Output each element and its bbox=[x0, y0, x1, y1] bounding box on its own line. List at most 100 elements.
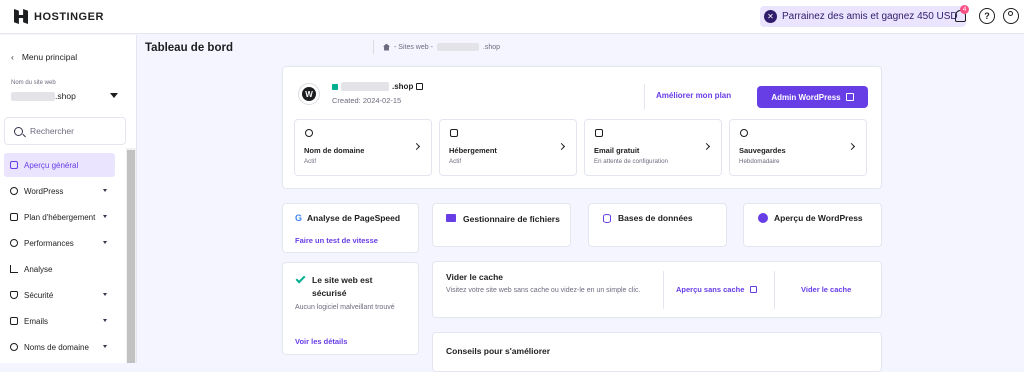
chevron-down-icon bbox=[103, 293, 107, 296]
security-details-link[interactable]: Voir les détails bbox=[295, 337, 347, 346]
chevron-down-icon bbox=[103, 215, 107, 218]
file-manager-title: Gestionnaire de fichiers bbox=[463, 214, 560, 224]
upgrade-plan-link[interactable]: Améliorer mon plan bbox=[656, 91, 731, 100]
lock-icon bbox=[332, 83, 338, 90]
tile-status: Actif bbox=[304, 158, 317, 165]
databases-card[interactable] bbox=[588, 203, 727, 247]
caret-down-icon bbox=[110, 93, 118, 98]
server-icon bbox=[10, 213, 18, 221]
redacted-domain bbox=[436, 43, 479, 51]
clear-cache-button[interactable]: Vider le cache bbox=[801, 285, 851, 294]
sidebar-search-input[interactable]: Rechercher bbox=[4, 117, 126, 145]
folder-icon bbox=[446, 214, 456, 222]
sidebar-item-label: Analyse bbox=[24, 264, 53, 274]
sidebar-item-label: WordPress bbox=[24, 186, 64, 196]
server-icon bbox=[450, 129, 458, 137]
chevron-left-icon: ‹ bbox=[11, 52, 14, 62]
sidebar-item-label: Plan d'hébergement bbox=[24, 212, 96, 222]
home-icon[interactable] bbox=[383, 43, 390, 51]
divider bbox=[644, 84, 645, 110]
hostinger-logo[interactable]: HOSTINGER bbox=[14, 9, 104, 24]
chevron-right-icon bbox=[702, 142, 711, 151]
site-created-date: Created: 2024-02-15 bbox=[332, 96, 402, 105]
security-title: Le site web est sécurisé bbox=[312, 275, 373, 298]
wordpress-logo: W bbox=[298, 83, 320, 105]
site-selector-value: .shop bbox=[11, 91, 76, 101]
wordpress-admin-button[interactable]: Admin WordPress bbox=[757, 86, 868, 108]
redacted-domain bbox=[341, 82, 389, 91]
breadcrumb-divider bbox=[373, 40, 374, 54]
sidebar-item-security[interactable]: Sécurité bbox=[4, 283, 115, 307]
databases-title: Bases de données bbox=[618, 213, 693, 223]
tile-status: Hebdomadaire bbox=[739, 158, 780, 165]
back-to-main-menu[interactable]: ‹ Menu principal bbox=[11, 52, 77, 62]
site-domain[interactable]: .shop bbox=[332, 82, 424, 91]
site-suffix: .shop bbox=[55, 91, 76, 101]
sidebar-item-hosting-plan[interactable]: Plan d'hébergement bbox=[4, 205, 115, 229]
logo-text: HOSTINGER bbox=[34, 10, 104, 23]
wordpress-overview-card[interactable] bbox=[743, 203, 882, 247]
external-link-icon bbox=[416, 83, 424, 90]
question-icon: ? bbox=[984, 11, 990, 21]
cache-title: Vider le cache bbox=[446, 272, 504, 282]
wordpress-icon bbox=[758, 213, 768, 223]
speed-test-link[interactable]: Faire un test de vitesse bbox=[295, 236, 378, 245]
search-placeholder: Rechercher bbox=[30, 126, 74, 136]
pagespeed-card bbox=[282, 203, 419, 253]
top-bar: HOSTINGER ✕ Parrainez des amis et gagnez… bbox=[0, 0, 1024, 34]
page-title: Tableau de bord bbox=[145, 42, 233, 54]
notification-badge: 4 bbox=[960, 5, 969, 14]
sidebar-item-emails[interactable]: Emails bbox=[4, 309, 115, 333]
shield-icon bbox=[10, 291, 18, 299]
mail-icon bbox=[595, 129, 603, 137]
breadcrumb-sites[interactable]: - Sites web - bbox=[394, 44, 433, 51]
security-header: Le site web est sécurisé bbox=[295, 273, 406, 300]
sidebar-item-label: Aperçu général bbox=[24, 160, 79, 170]
breadcrumb-domain: .shop bbox=[482, 43, 501, 51]
sidebar-item-label: Emails bbox=[24, 316, 49, 326]
site-domain-suffix: .shop bbox=[392, 82, 414, 91]
external-link-icon bbox=[845, 93, 854, 101]
sidebar-item-overview[interactable]: Aperçu général bbox=[4, 153, 115, 177]
tile-status: En attente de configuration bbox=[594, 158, 668, 165]
tile-title: Sauvegardes bbox=[739, 146, 786, 155]
tile-backups[interactable]: Sauvegardes Hebdomadaire bbox=[729, 119, 867, 176]
preview-no-cache-label: Aperçu sans cache bbox=[676, 285, 745, 294]
sidebar-item-analytics[interactable]: Analyse bbox=[4, 257, 115, 281]
databases-content: Bases de données bbox=[603, 213, 693, 223]
chevron-down-icon bbox=[103, 319, 107, 322]
tile-title: Email gratuit bbox=[594, 146, 640, 155]
tile-email[interactable]: Email gratuit En attente de configuratio… bbox=[584, 119, 722, 176]
notifications-button[interactable]: 4 bbox=[952, 5, 969, 24]
site-selector-label: Nom du site web bbox=[11, 80, 56, 86]
sidebar-item-label: Noms de domaine bbox=[24, 342, 89, 352]
sidebar: ‹ Menu principal Nom du site web .shop R… bbox=[0, 35, 137, 363]
referral-banner[interactable]: ✕ Parrainez des amis et gagnez 450 USD bbox=[760, 6, 966, 27]
external-link-icon bbox=[750, 286, 758, 293]
sidebar-item-domains[interactable]: Noms de domaine bbox=[4, 335, 115, 359]
tile-hosting[interactable]: Hébergement Actif bbox=[439, 119, 577, 176]
pagespeed-title: Analyse de PageSpeed bbox=[307, 213, 401, 223]
help-button[interactable]: ? bbox=[979, 8, 995, 24]
tile-title: Hébergement bbox=[449, 146, 497, 155]
sidebar-item-performance[interactable]: Performances bbox=[4, 231, 115, 255]
mail-icon bbox=[10, 317, 18, 325]
divider bbox=[774, 271, 775, 309]
account-button[interactable] bbox=[1003, 8, 1019, 24]
breadcrumb: - Sites web - .shop bbox=[383, 43, 500, 51]
user-icon bbox=[1008, 11, 1013, 16]
divider bbox=[663, 271, 664, 309]
chevron-down-icon bbox=[103, 189, 107, 192]
sidebar-scrollbar-thumb[interactable] bbox=[127, 150, 135, 363]
referral-text: Parrainez des amis et gagnez 450 USD bbox=[782, 11, 958, 22]
tile-domain[interactable]: Nom de domaine Actif bbox=[294, 119, 432, 176]
sidebar-item-wordpress[interactable]: WordPress bbox=[4, 179, 115, 203]
site-selector[interactable]: Nom du site web .shop bbox=[4, 80, 126, 110]
referral-icon: ✕ bbox=[764, 10, 777, 23]
wordpress-icon bbox=[10, 187, 18, 195]
database-icon bbox=[603, 213, 611, 223]
tips-title: Conseils pour s'améliorer bbox=[446, 346, 551, 356]
check-icon bbox=[295, 273, 306, 284]
gauge-icon bbox=[10, 239, 18, 247]
preview-no-cache-button[interactable]: Aperçu sans cache bbox=[676, 285, 758, 294]
